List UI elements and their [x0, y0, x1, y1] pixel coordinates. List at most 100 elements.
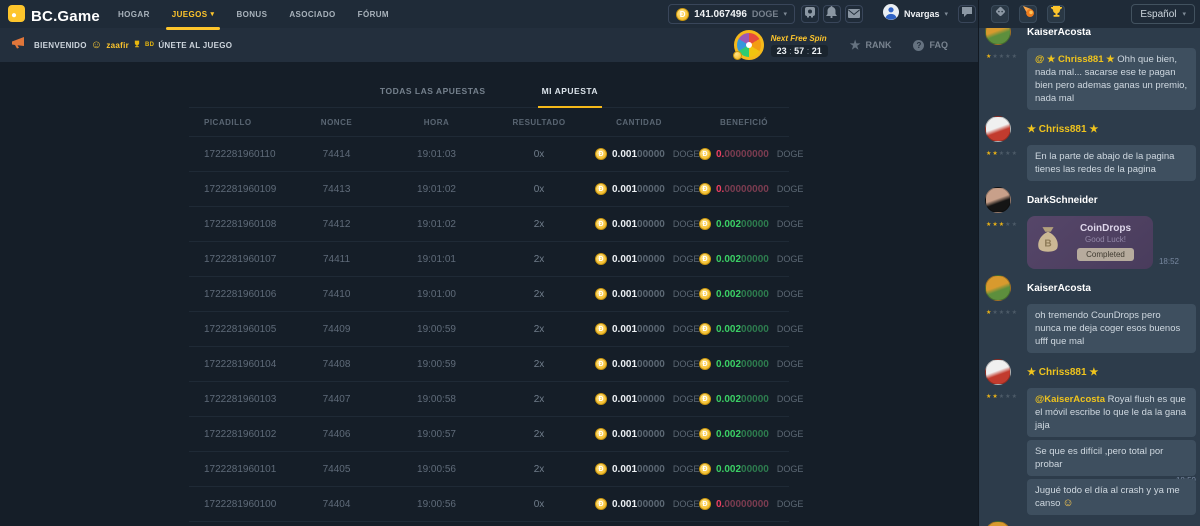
- bet-time: 19:01:03: [374, 149, 499, 160]
- chat-username[interactable]: DarkSchneider: [1027, 195, 1196, 206]
- bet-profit: Ð0.00200000DOGE: [699, 218, 789, 230]
- currency-label: DOGE: [777, 429, 804, 439]
- table-row[interactable]: 17222819601057440919:00:592xÐ0.00100000D…: [189, 312, 789, 347]
- chat-bubble-icon: [961, 5, 973, 23]
- nav-hogar[interactable]: HOGAR: [118, 0, 150, 28]
- bet-profit: Ð0.00000000DOGE: [699, 183, 789, 195]
- tab-my-bets[interactable]: MI APUESTA: [538, 86, 602, 108]
- doge-coin-icon: Ð: [595, 218, 607, 230]
- user-rating: ★★★★★: [985, 309, 1027, 353]
- rating-star-icon: ★: [1012, 310, 1018, 316]
- user-menu[interactable]: Nvargas ▾: [883, 4, 948, 25]
- chat-user-avatar[interactable]: [985, 187, 1011, 213]
- chat-user-avatar[interactable]: [985, 521, 1011, 526]
- coindrop-card[interactable]: BCoinDropsGood Luck!Completed18:52: [1027, 216, 1153, 269]
- rating-star-icon: ★: [1012, 151, 1018, 157]
- doge-coin-icon: Ð: [595, 148, 607, 160]
- column-header-amount: CANTIDAD: [579, 118, 699, 127]
- chat-user-avatar[interactable]: [985, 28, 1011, 45]
- tab-all-bets[interactable]: TODAS LAS APUESTAS: [376, 86, 490, 108]
- bet-amount: Ð0.00100000DOGE: [579, 148, 699, 160]
- rank-link[interactable]: ★ RANK: [850, 38, 892, 52]
- chat-user-avatar[interactable]: [985, 275, 1011, 301]
- doge-coin-icon: Ð: [595, 183, 607, 195]
- country-badge: BD: [145, 42, 154, 48]
- chat-username[interactable]: KaiserAcosta: [1027, 28, 1196, 38]
- question-icon: ?: [913, 40, 924, 51]
- doge-coin-icon: Ð: [699, 358, 711, 370]
- language-selector[interactable]: Español ▾: [1131, 4, 1195, 24]
- notifications-button[interactable]: [823, 5, 841, 23]
- table-row[interactable]: 17222819601087441219:01:022xÐ0.00100000D…: [189, 207, 789, 242]
- table-row[interactable]: 17222819601037440719:00:582xÐ0.00100000D…: [189, 382, 789, 417]
- chat-message: KaiserAcosta★★★★★@ ★ Chriss881 ★ Jajaja …: [985, 521, 1196, 526]
- nav-bonus[interactable]: BONUS: [236, 0, 267, 28]
- table-row[interactable]: 17222819601017440519:00:562xÐ0.00100000D…: [189, 452, 789, 487]
- nav-juegos[interactable]: JUEGOS▾: [172, 0, 215, 28]
- column-header-hash: PICADILLO: [189, 118, 299, 127]
- welcomed-username[interactable]: zaafir: [106, 41, 129, 50]
- table-row[interactable]: 17222819601077441119:01:012xÐ0.00100000D…: [189, 242, 789, 277]
- bet-hash: 1722281960105: [189, 324, 299, 335]
- message-bubbles: En la parte de abajo de la pagina tienes…: [1027, 142, 1196, 181]
- nav-asociado[interactable]: ASOCIADO: [289, 0, 335, 28]
- trophy-button[interactable]: [1047, 5, 1065, 23]
- bc-game-logo[interactable]: BC.Game: [8, 5, 100, 27]
- bet-profit: Ð0.00000000DOGE: [699, 498, 789, 510]
- nav-forum[interactable]: FÓRUM: [358, 0, 389, 28]
- doge-coin-icon: Ð: [595, 393, 607, 405]
- messages-button[interactable]: [845, 5, 863, 23]
- balance-amount: 141.067496: [694, 9, 747, 20]
- table-row[interactable]: 17222819601107441419:01:030xÐ0.00100000D…: [189, 137, 789, 172]
- doge-coin-icon: Ð: [595, 498, 607, 510]
- bet-result: 0x: [499, 149, 579, 160]
- faq-link[interactable]: ? FAQ: [913, 40, 948, 51]
- bet-time: 19:01:00: [374, 289, 499, 300]
- chat-toggle-button[interactable]: [958, 5, 976, 23]
- balance-dropdown[interactable]: Ð 141.067496 DOGE ▾: [668, 4, 795, 24]
- bets-panel: TODAS LAS APUESTAS MI APUESTA PICADILLO …: [189, 62, 789, 522]
- chat-body[interactable]: KaiserAcosta★★★★★@ ★ Chriss881 ★ Ohh que…: [979, 28, 1200, 526]
- currency-label: DOGE: [777, 184, 804, 194]
- top-navigation-bar: BC.Game HOGAR JUEGOS▾ BONUS ASOCIADO FÓR…: [0, 0, 978, 28]
- bet-amount: Ð0.00100000DOGE: [579, 463, 699, 475]
- bet-amount: Ð0.00100000DOGE: [579, 498, 699, 510]
- safe-button[interactable]: [801, 5, 819, 23]
- user-mention[interactable]: @ ★ Chriss881 ★: [1035, 54, 1117, 65]
- user-mention[interactable]: @KaiserAcosta: [1035, 394, 1108, 405]
- doge-coin-icon: Ð: [699, 148, 711, 160]
- chat-header: Español ▾: [979, 0, 1200, 28]
- doge-coin-icon: Ð: [699, 428, 711, 440]
- currency-label: DOGE: [673, 254, 700, 264]
- bet-hash: 1722281960108: [189, 219, 299, 230]
- message-timestamp: 18:52: [1159, 257, 1179, 266]
- fireball-button[interactable]: [1019, 5, 1037, 23]
- chat-username[interactable]: KaiserAcosta: [1027, 283, 1196, 294]
- bet-profit: Ð0.00200000DOGE: [699, 323, 789, 335]
- dice-button[interactable]: [991, 5, 1009, 23]
- coin-icon: [733, 51, 742, 60]
- chevron-down-icon: ▾: [211, 10, 215, 18]
- chat-username[interactable]: ★ Chriss881 ★: [1027, 367, 1196, 378]
- chat-username[interactable]: ★ Chriss881 ★: [1027, 124, 1196, 135]
- bet-time: 19:01:01: [374, 254, 499, 265]
- welcome-greeting: BIENVENIDO: [34, 41, 87, 50]
- chat-user-avatar[interactable]: [985, 116, 1011, 142]
- bet-hash: 1722281960100: [189, 499, 299, 510]
- chevron-down-icon: ▾: [944, 10, 948, 18]
- welcome-bar-right: Next Free Spin 23 : 57 : 21 ★ RANK ? FAQ: [734, 28, 948, 62]
- table-row[interactable]: 17222819601067441019:01:002xÐ0.00100000D…: [189, 277, 789, 312]
- chat-bubble: En la parte de abajo de la pagina tienes…: [1027, 145, 1196, 181]
- table-row[interactable]: 17222819601027440619:00:572xÐ0.00100000D…: [189, 417, 789, 452]
- table-row[interactable]: 17222819601047440819:00:592xÐ0.00100000D…: [189, 347, 789, 382]
- chat-message: KaiserAcosta★★★★★oh tremendo CounDrops p…: [985, 275, 1196, 353]
- table-row[interactable]: 17222819601007440419:00:560xÐ0.00100000D…: [189, 487, 789, 522]
- table-row[interactable]: 17222819601097441319:01:020xÐ0.00100000D…: [189, 172, 789, 207]
- doge-coin-icon: Ð: [699, 393, 711, 405]
- currency-label: DOGE: [777, 359, 804, 369]
- bet-profit: Ð0.00200000DOGE: [699, 288, 789, 300]
- balance-currency: DOGE: [752, 9, 779, 19]
- free-spin-widget[interactable]: Next Free Spin 23 : 57 : 21: [734, 30, 828, 60]
- currency-label: DOGE: [777, 254, 804, 264]
- chat-user-avatar[interactable]: [985, 359, 1011, 385]
